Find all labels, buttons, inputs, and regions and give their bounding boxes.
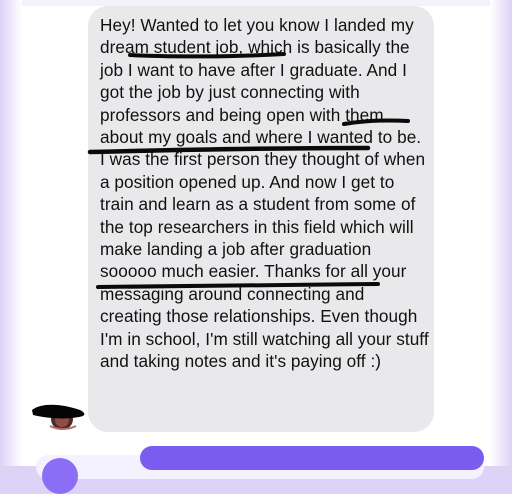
avatar-redaction-mark xyxy=(32,404,85,419)
send-button[interactable] xyxy=(140,446,484,470)
chat-screen: Hey! Wanted to let you know I landed my … xyxy=(0,0,512,494)
avatar[interactable] xyxy=(28,396,88,436)
message-text: Hey! Wanted to let you know I landed my … xyxy=(100,15,429,372)
composer-button[interactable] xyxy=(42,458,78,494)
received-message-bubble[interactable]: Hey! Wanted to let you know I landed my … xyxy=(88,6,434,432)
